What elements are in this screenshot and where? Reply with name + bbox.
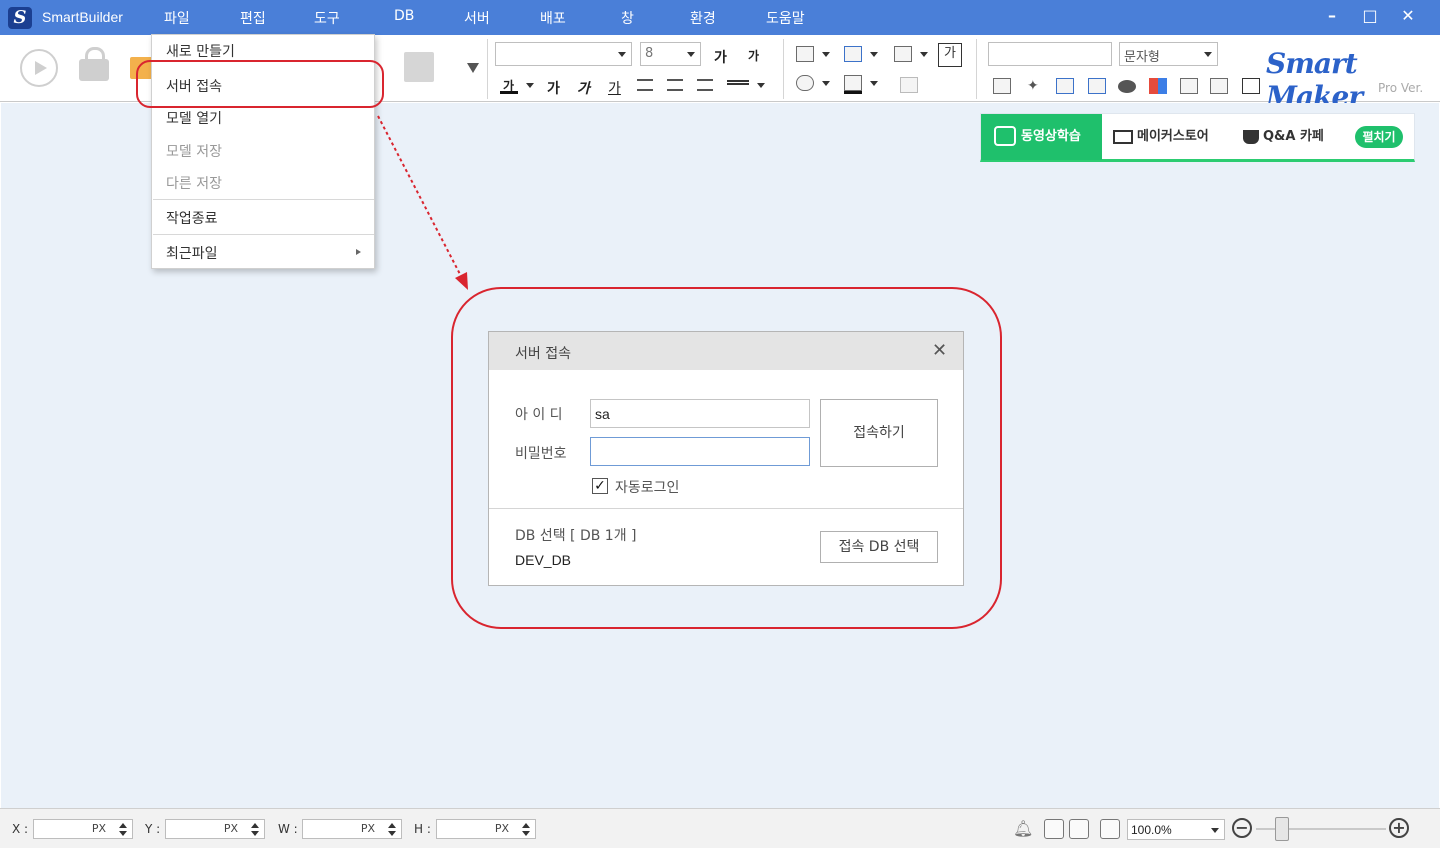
dialog-header: 서버 접속 ✕ (489, 332, 963, 370)
device-error-icon[interactable] (1044, 819, 1064, 839)
password-label: 비밀번호 (515, 446, 567, 462)
w-label: W : (278, 822, 298, 836)
zoom-select[interactable]: 100.0% (1127, 819, 1225, 840)
screen-fit-icon[interactable] (1069, 819, 1089, 839)
h-unit: PX (494, 822, 509, 835)
x-input[interactable]: PX (33, 819, 133, 839)
zoom-slider-thumb[interactable] (1275, 817, 1289, 841)
db-select-label: DB 선택 [ DB 1개 ] (515, 528, 637, 544)
auto-login-label: 자동로그인 (615, 480, 680, 496)
y-unit: PX (223, 822, 238, 835)
select-db-button[interactable]: 접속 DB 선택 (820, 531, 938, 563)
w-unit: PX (360, 822, 375, 835)
h-input[interactable]: PX (436, 819, 536, 839)
zoom-in-button[interactable]: + (1389, 818, 1409, 838)
y-input[interactable]: PX (165, 819, 265, 839)
zoom-out-button[interactable]: − (1232, 818, 1252, 838)
password-input[interactable] (590, 437, 810, 466)
db-name: DEV_DB (515, 552, 572, 568)
y-label: Y : (145, 822, 161, 836)
auto-login-checkbox[interactable]: ✓ (592, 478, 608, 494)
move-icon[interactable] (1100, 819, 1120, 839)
dialog-title: 서버 접속 (515, 346, 571, 362)
w-input[interactable]: PX (302, 819, 402, 839)
id-label: 아 이 디 (515, 407, 563, 423)
x-label: X : (12, 822, 29, 836)
server-connect-dialog: 서버 접속 ✕ 아 이 디 비밀번호 접속하기 ✓ 자동로그인 DB 선택 [ … (488, 331, 964, 586)
h-label: H : (414, 822, 431, 836)
connect-button[interactable]: 접속하기 (820, 399, 938, 467)
status-bar: X : PX Y : PX W : PX H : PX 🔔︎ 100.0% − … (0, 808, 1440, 848)
close-icon[interactable]: ✕ (932, 340, 947, 361)
x-unit: PX (91, 822, 106, 835)
bell-icon[interactable]: 🔔︎ (1013, 819, 1033, 839)
id-input[interactable] (590, 399, 810, 428)
dialog-divider (489, 508, 963, 509)
